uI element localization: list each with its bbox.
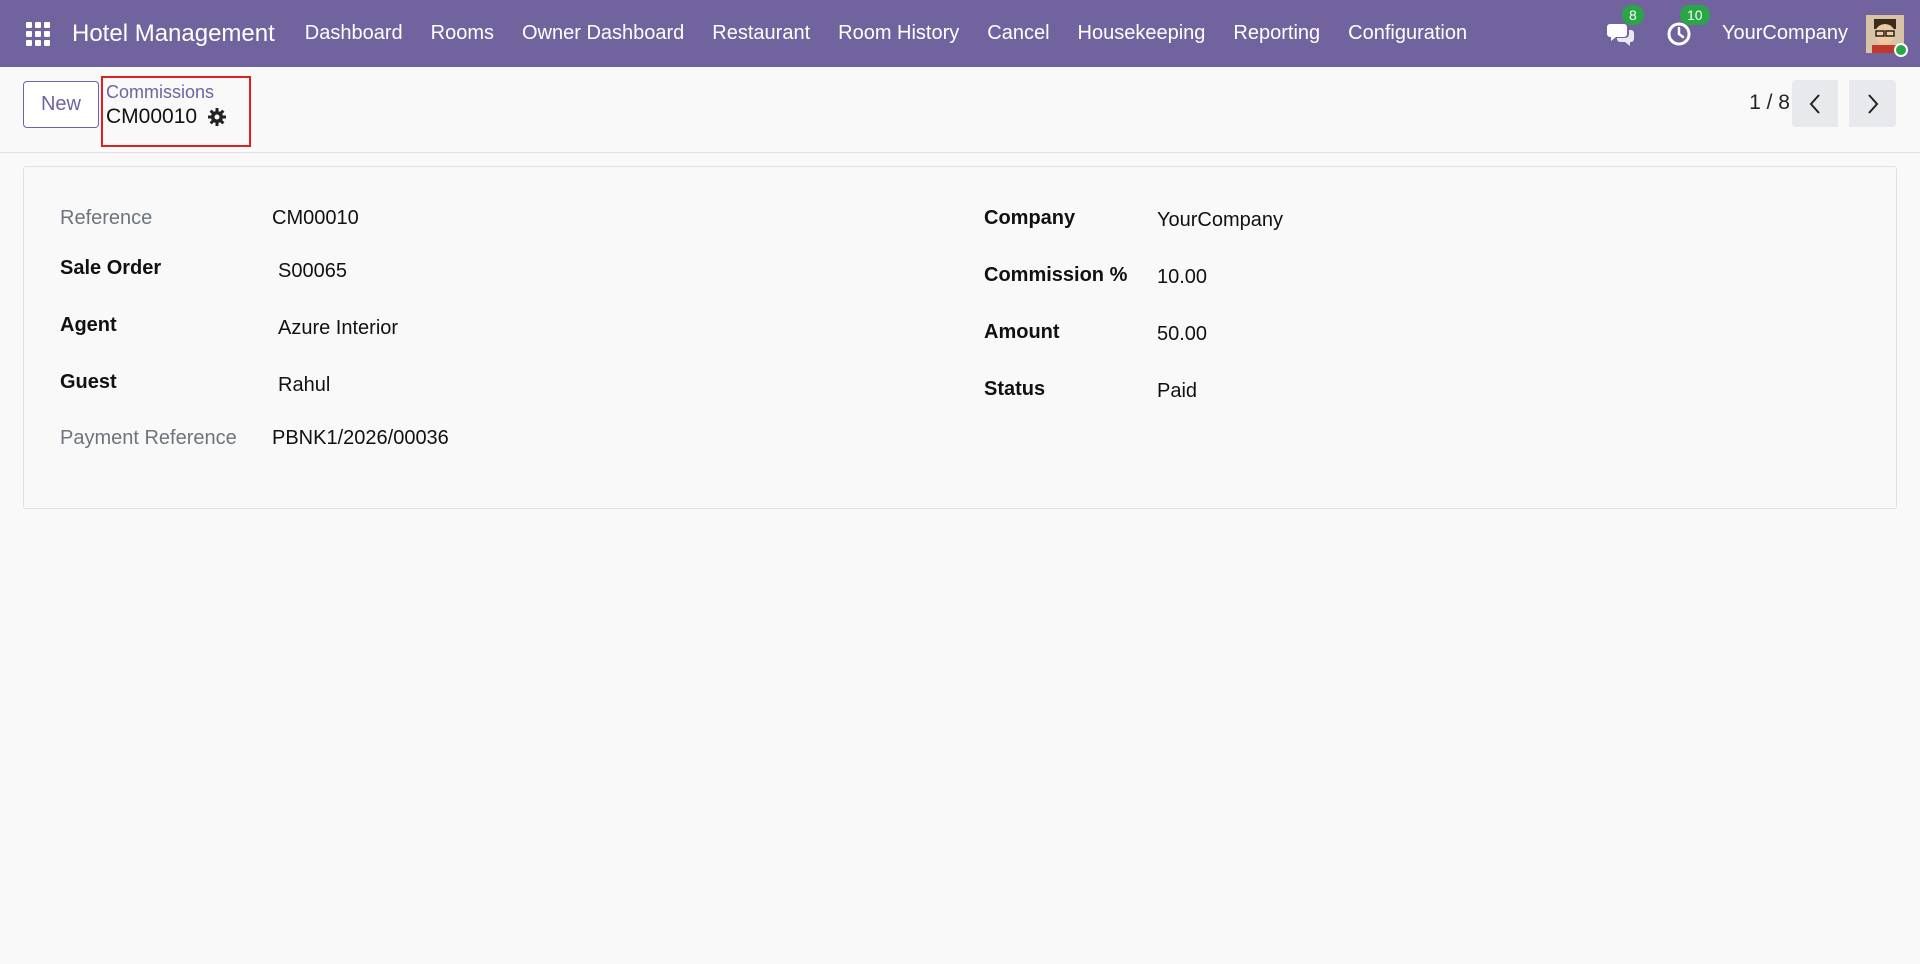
breadcrumb-current: CM00010 [106,105,227,129]
chevron-left-icon [1809,93,1820,114]
menu-reporting[interactable]: Reporting [1219,0,1334,67]
top-navbar: Hotel Management Dashboard Rooms Owner D… [0,0,1920,67]
navbar-systray: 8 10 YourCompany [1606,0,1920,67]
record-name: CM00010 [106,105,198,128]
activities-count-badge: 10 [1679,4,1710,25]
app-grid-icon[interactable] [24,20,52,48]
sale-order-value[interactable]: S00065 [278,260,347,283]
messages-icon[interactable]: 8 [1606,4,1644,49]
breadcrumb: Commissions CM00010 [101,76,251,147]
main-menu: Dashboard Rooms Owner Dashboard Restaura… [291,0,1481,67]
status-value[interactable]: Paid [1157,380,1197,403]
sale-order-label: Sale Order [60,257,162,279]
chevron-right-icon [1867,93,1878,114]
menu-cancel[interactable]: Cancel [973,0,1063,67]
menu-room-history[interactable]: Room History [824,0,973,67]
amount-label: Amount [984,321,1060,343]
form-sheet: Reference CM00010 Sale Order S00065 Agen… [23,166,1897,509]
pager-previous-button[interactable] [1792,80,1838,127]
menu-housekeeping[interactable]: Housekeeping [1064,0,1220,67]
gear-icon[interactable] [207,107,227,127]
company-value[interactable]: YourCompany [1157,209,1283,232]
pager-next-button[interactable] [1849,80,1896,127]
guest-label: Guest [60,371,117,393]
company-switcher[interactable]: YourCompany [1722,22,1848,45]
guest-value[interactable]: Rahul [278,374,330,397]
user-avatar[interactable] [1866,14,1908,57]
agent-label: Agent [60,314,117,336]
new-button[interactable]: New [23,81,99,128]
payment-reference-label: Payment Reference [60,427,237,449]
online-status-dot [1894,42,1908,57]
commission-percent-value[interactable]: 10.00 [1157,266,1207,289]
company-label: Company [984,207,1076,229]
menu-owner-dashboard[interactable]: Owner Dashboard [508,0,698,67]
activity-clock-icon[interactable]: 10 [1664,4,1710,49]
menu-restaurant[interactable]: Restaurant [698,0,824,67]
menu-rooms[interactable]: Rooms [417,0,508,67]
status-label: Status [984,378,1046,400]
control-panel: New Commissions CM00010 1 / 8 [0,67,1920,153]
app-brand[interactable]: Hotel Management [72,20,275,48]
menu-configuration[interactable]: Configuration [1334,0,1481,67]
payment-reference-value: PBNK1/2026/00036 [272,427,449,449]
commission-percent-label: Commission % [984,264,1128,286]
breadcrumb-parent-commissions[interactable]: Commissions [106,82,214,103]
agent-value[interactable]: Azure Interior [278,317,398,340]
reference-label: Reference [60,207,153,229]
amount-value[interactable]: 50.00 [1157,323,1207,346]
reference-value: CM00010 [272,207,359,229]
pager-value[interactable]: 1 / 8 [1749,91,1790,115]
menu-dashboard[interactable]: Dashboard [291,0,417,67]
messages-count-badge: 8 [1621,4,1644,25]
